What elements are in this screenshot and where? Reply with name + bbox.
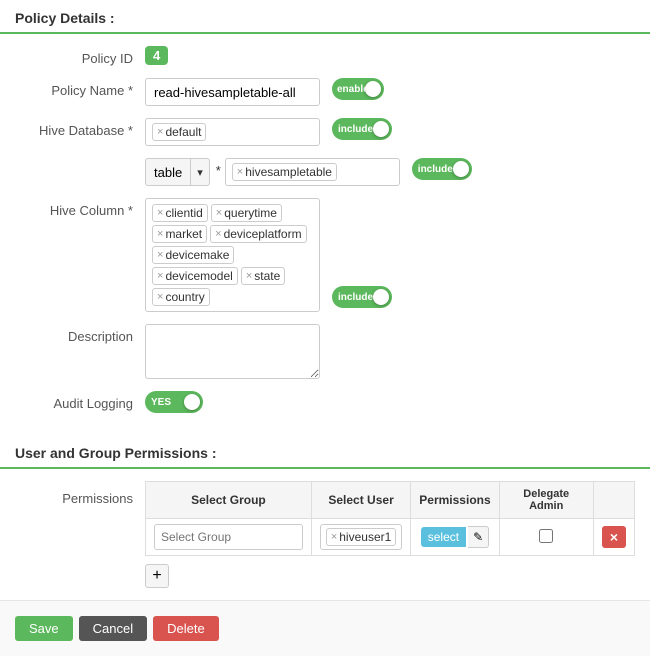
- hive-column-tag: ×country: [152, 288, 210, 306]
- user-tag: × hiveuser1: [326, 528, 396, 546]
- user-tag-close-icon[interactable]: ×: [331, 531, 337, 543]
- description-label: Description: [15, 324, 145, 344]
- user-cell: × hiveuser1: [311, 519, 410, 556]
- include-toggle-label: include: [412, 164, 453, 175]
- yes-toggle-label: YES: [145, 397, 171, 408]
- add-row-button[interactable]: +: [145, 564, 169, 588]
- hive-column-tag: ×clientid: [152, 204, 208, 222]
- policy-name-input[interactable]: [145, 78, 320, 106]
- include-toggle-knob: [373, 289, 389, 305]
- edit-permissions-button[interactable]: ✎: [468, 526, 489, 548]
- include-toggle-label: include: [332, 124, 373, 135]
- audit-logging-control: YES: [145, 391, 635, 413]
- policy-id-label: Policy ID: [15, 46, 145, 66]
- hive-database-tag: × default: [152, 123, 206, 141]
- include-toggle-label: include: [332, 292, 373, 303]
- hive-column-tag: ×devicemodel: [152, 267, 238, 285]
- policy-details-header: Policy Details :: [0, 0, 650, 34]
- tag-close-icon[interactable]: ×: [246, 270, 252, 282]
- policy-name-toggle-wrapper: enabled: [332, 78, 384, 100]
- delete-cell: ×: [593, 519, 634, 556]
- description-control: [145, 324, 635, 379]
- enabled-toggle[interactable]: enabled: [332, 78, 384, 100]
- policy-name-label: Policy Name *: [15, 78, 145, 98]
- select-group-input[interactable]: [154, 524, 303, 550]
- hive-column-group: Hive Column * ×clientid×querytime×market…: [0, 198, 650, 312]
- delete-button[interactable]: Delete: [153, 616, 219, 641]
- form-actions: Save Cancel Delete: [0, 600, 650, 656]
- permissions-group: Permissions Select Group Select User Per…: [0, 481, 650, 588]
- table-row: × hiveuser1 select ✎: [146, 519, 635, 556]
- hive-table-tag-box[interactable]: × hivesampletable: [225, 158, 400, 186]
- delegate-cell: [499, 519, 593, 556]
- hive-column-tag: ×deviceplatform: [210, 225, 306, 243]
- tag-close-icon[interactable]: ×: [157, 249, 163, 261]
- hive-database-include-toggle[interactable]: include: [332, 118, 392, 140]
- col-header-select-user: Select User: [311, 482, 410, 519]
- description-textarea[interactable]: [145, 324, 320, 379]
- save-button[interactable]: Save: [15, 616, 73, 641]
- policy-name-control: enabled: [145, 78, 635, 106]
- hive-column-tag: ×devicemake: [152, 246, 234, 264]
- table-asterisk: *: [216, 158, 221, 178]
- permissions-cell: select ✎: [411, 519, 499, 556]
- user-group-permissions-header: User and Group Permissions :: [0, 435, 650, 469]
- user-tag-box: × hiveuser1: [320, 524, 402, 550]
- include-toggle-knob: [373, 121, 389, 137]
- tag-close-icon[interactable]: ×: [157, 228, 163, 240]
- audit-logging-toggle[interactable]: YES: [145, 391, 203, 413]
- user-tag-value: hiveuser1: [339, 530, 391, 544]
- tag-close-icon[interactable]: ×: [157, 207, 163, 219]
- select-permissions-button[interactable]: select: [421, 527, 466, 547]
- permissions-control: Select Group Select User Permissions Del…: [145, 481, 635, 588]
- tag-close-icon[interactable]: ×: [157, 291, 163, 303]
- policy-id-group: Policy ID 4: [0, 46, 650, 66]
- hive-column-tag: ×market: [152, 225, 207, 243]
- hive-table-tag: × hivesampletable: [232, 163, 337, 181]
- tag-close-icon[interactable]: ×: [215, 228, 221, 240]
- permissions-label: Permissions: [15, 481, 145, 506]
- hive-column-include-toggle[interactable]: include: [332, 286, 392, 308]
- col-header-actions: [593, 482, 634, 519]
- hive-column-label: Hive Column *: [15, 198, 145, 218]
- tag-close-icon[interactable]: ×: [216, 207, 222, 219]
- hive-column-control: ×clientid×querytime×market×deviceplatfor…: [145, 198, 635, 312]
- hive-table-group: table ▾ * × hivesampletable include: [0, 158, 650, 186]
- hive-table-label: [15, 158, 145, 178]
- hive-table-include-toggle[interactable]: include: [412, 158, 472, 180]
- yes-toggle-knob: [184, 394, 200, 410]
- hive-table-control: table ▾ * × hivesampletable include: [145, 158, 635, 186]
- col-header-permissions: Permissions: [411, 482, 499, 519]
- tag-close-icon[interactable]: ×: [157, 270, 163, 282]
- hive-database-group: Hive Database * × default include: [0, 118, 650, 146]
- col-header-delegate-admin: Delegate Admin: [499, 482, 593, 519]
- hive-column-tag: ×state: [241, 267, 285, 285]
- cancel-button[interactable]: Cancel: [79, 616, 147, 641]
- table-dropdown-button[interactable]: table: [145, 158, 191, 186]
- col-header-select-group: Select Group: [146, 482, 312, 519]
- include-toggle-knob: [453, 161, 469, 177]
- dropdown-caret-icon[interactable]: ▾: [191, 158, 210, 186]
- description-group: Description: [0, 324, 650, 379]
- policy-id-value-wrapper: 4: [145, 46, 635, 65]
- tag-close-icon[interactable]: ×: [237, 166, 243, 178]
- toggle-knob: [365, 81, 381, 97]
- permissions-table: Select Group Select User Permissions Del…: [145, 481, 635, 556]
- table-dropdown: table ▾: [145, 158, 210, 186]
- hive-column-tag-box[interactable]: ×clientid×querytime×market×deviceplatfor…: [145, 198, 320, 312]
- policy-id-badge: 4: [145, 46, 168, 65]
- hive-database-control: × default include: [145, 118, 635, 146]
- audit-logging-label: Audit Logging: [15, 391, 145, 411]
- tag-close-icon[interactable]: ×: [157, 126, 163, 138]
- hive-database-tag-box[interactable]: × default: [145, 118, 320, 146]
- hive-database-label: Hive Database *: [15, 118, 145, 138]
- delete-row-button[interactable]: ×: [602, 526, 626, 548]
- audit-logging-group: Audit Logging YES: [0, 391, 650, 413]
- delegate-admin-checkbox[interactable]: [539, 529, 553, 543]
- group-cell: [146, 519, 312, 556]
- hive-column-tag: ×querytime: [211, 204, 282, 222]
- policy-name-group: Policy Name * enabled: [0, 78, 650, 106]
